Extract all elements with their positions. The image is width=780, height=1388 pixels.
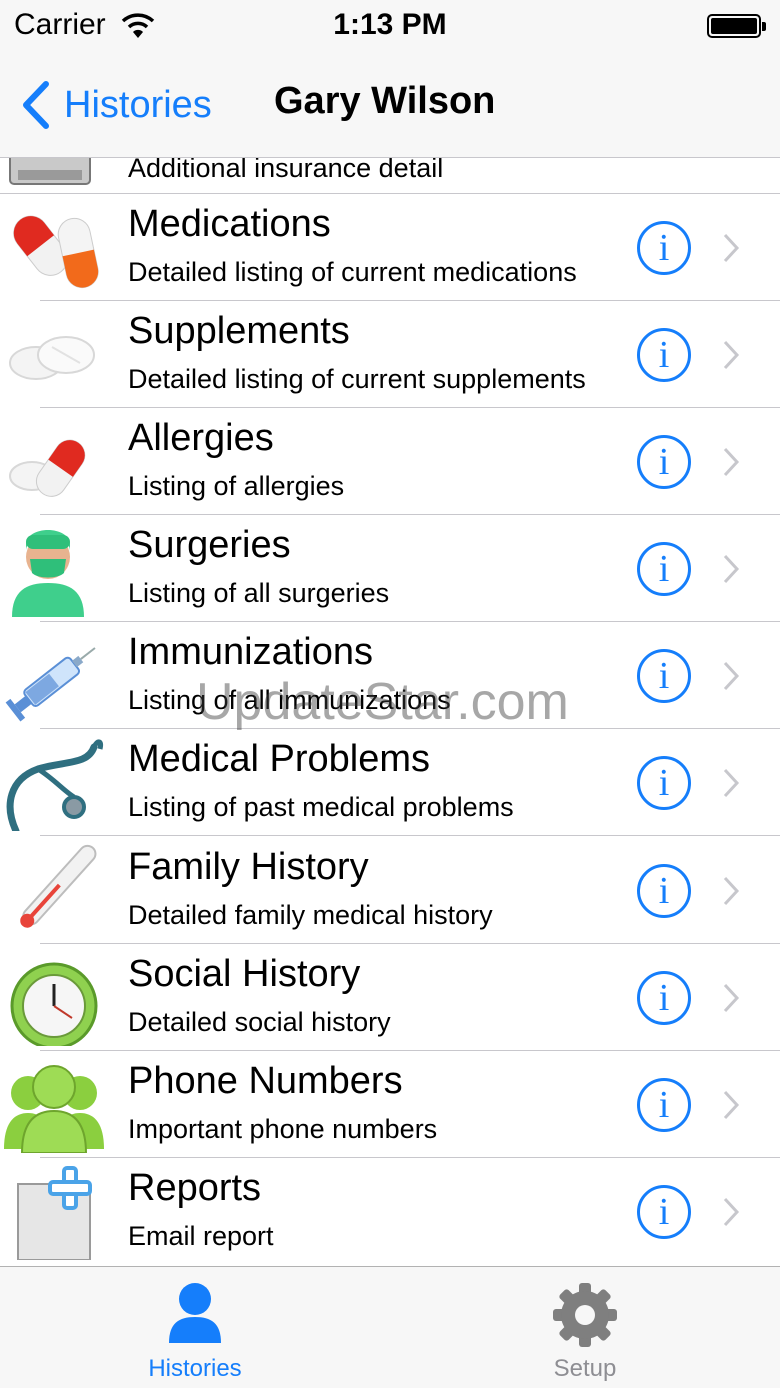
list-item-title: Reports — [128, 1167, 262, 1209]
chevron-right-icon — [723, 876, 740, 906]
list-item-title: Immunizations — [128, 631, 373, 673]
list-item-subtitle: Listing of past medical problems — [128, 792, 514, 822]
surgeon-icon — [12, 530, 84, 617]
list-item-subtitle: Detailed social history — [128, 1007, 391, 1037]
info-icon[interactable]: i — [637, 435, 691, 489]
clock-icon — [10, 962, 98, 1046]
person-icon — [169, 1283, 221, 1343]
list-item-title: Social History — [128, 953, 361, 995]
list-item-subtitle: Listing of allergies — [128, 471, 345, 501]
list-item-subtitle: Email report — [128, 1221, 274, 1251]
chevron-right-icon — [723, 661, 740, 691]
syringe-icon — [5, 647, 96, 722]
info-icon[interactable]: i — [637, 221, 691, 275]
page-title: Gary Wilson — [274, 80, 496, 122]
report-plus-icon — [17, 1166, 92, 1260]
chevron-right-icon — [723, 983, 740, 1013]
list-item-reports[interactable]: Reports Email report i — [0, 1158, 780, 1265]
list-item-subtitle: Detailed listing of current medications — [128, 257, 577, 287]
info-icon[interactable]: i — [637, 328, 691, 382]
battery-icon — [707, 14, 766, 38]
list-item-title: Family History — [128, 846, 369, 888]
list-item-title: Medications — [128, 203, 331, 245]
chevron-right-icon — [723, 1197, 740, 1227]
list-item-subtitle: Important phone numbers — [128, 1114, 438, 1144]
tab-bar: Histories Setup — [0, 1266, 780, 1388]
list-item-subtitle: Listing of all immunizations — [128, 685, 451, 715]
tab-setup[interactable]: Setup — [390, 1267, 780, 1388]
allergy-pills-icon — [9, 439, 86, 497]
info-icon[interactable]: i — [637, 1185, 691, 1239]
list-item-title: Medical Problems — [128, 738, 430, 780]
list-item-immunizations[interactable]: Immunizations Listing of all immunizatio… — [0, 622, 780, 729]
chevron-right-icon — [723, 768, 740, 798]
info-icon[interactable]: i — [637, 864, 691, 918]
tab-label: Setup — [553, 1355, 617, 1382]
list-item-title: Phone Numbers — [128, 1060, 403, 1102]
chevron-right-icon — [723, 340, 740, 370]
list-item-subtitle: Detailed family medical history — [128, 900, 493, 930]
list-item-social-history[interactable]: Social History Detailed social history i — [0, 944, 780, 1051]
navigation-bar: Carrier 1:13 PM Histories Gary Wilson — [0, 0, 780, 158]
list-item-supplements[interactable]: Supplements Detailed listing of current … — [0, 301, 780, 408]
supplement-tablets-icon — [9, 336, 95, 380]
tab-histories[interactable]: Histories — [0, 1267, 390, 1388]
list-item-title: Surgeries — [128, 524, 291, 566]
pills-icon — [13, 215, 99, 289]
back-button-label: Histories — [64, 83, 212, 126]
list-item-title: Supplements — [128, 310, 350, 352]
list-item-medical-problems[interactable]: Medical Problems Listing of past medical… — [0, 729, 780, 836]
list-item-title: Allergies — [128, 417, 274, 459]
info-icon[interactable]: i — [637, 756, 691, 810]
chevron-right-icon — [723, 1090, 740, 1120]
status-time: 1:13 PM — [333, 8, 447, 41]
list-item-subtitle: Listing of all surgeries — [128, 578, 390, 608]
list-item-allergies[interactable]: Allergies Listing of allergies i — [0, 408, 780, 515]
list-item-phone-numbers[interactable]: Phone Numbers Important phone numbers i — [0, 1051, 780, 1158]
list-item-family-history[interactable]: Family History Detailed family medical h… — [0, 837, 780, 944]
list-item-medications[interactable]: Medications Detailed listing of current … — [0, 194, 780, 301]
tab-label: Histories — [148, 1355, 242, 1382]
chevron-right-icon — [723, 447, 740, 477]
info-icon[interactable]: i — [637, 649, 691, 703]
chevron-left-icon — [23, 81, 49, 129]
chevron-right-icon — [723, 554, 740, 584]
gear-icon — [553, 1283, 617, 1347]
back-button[interactable]: Histories — [18, 78, 212, 132]
thermometer-icon — [20, 844, 97, 928]
list-item-surgeries[interactable]: Surgeries Listing of all surgeries i — [0, 515, 780, 622]
people-icon — [4, 1065, 104, 1153]
info-icon[interactable]: i — [637, 971, 691, 1025]
info-icon[interactable]: i — [637, 1078, 691, 1132]
chevron-right-icon — [723, 233, 740, 263]
stethoscope-icon — [6, 739, 103, 831]
list-item-subtitle: Detailed listing of current supplements — [128, 364, 586, 394]
histories-list: Additional insurance detail Medications … — [0, 0, 780, 1266]
status-bar: Carrier 1:13 PM — [0, 0, 780, 54]
info-icon[interactable]: i — [637, 542, 691, 596]
